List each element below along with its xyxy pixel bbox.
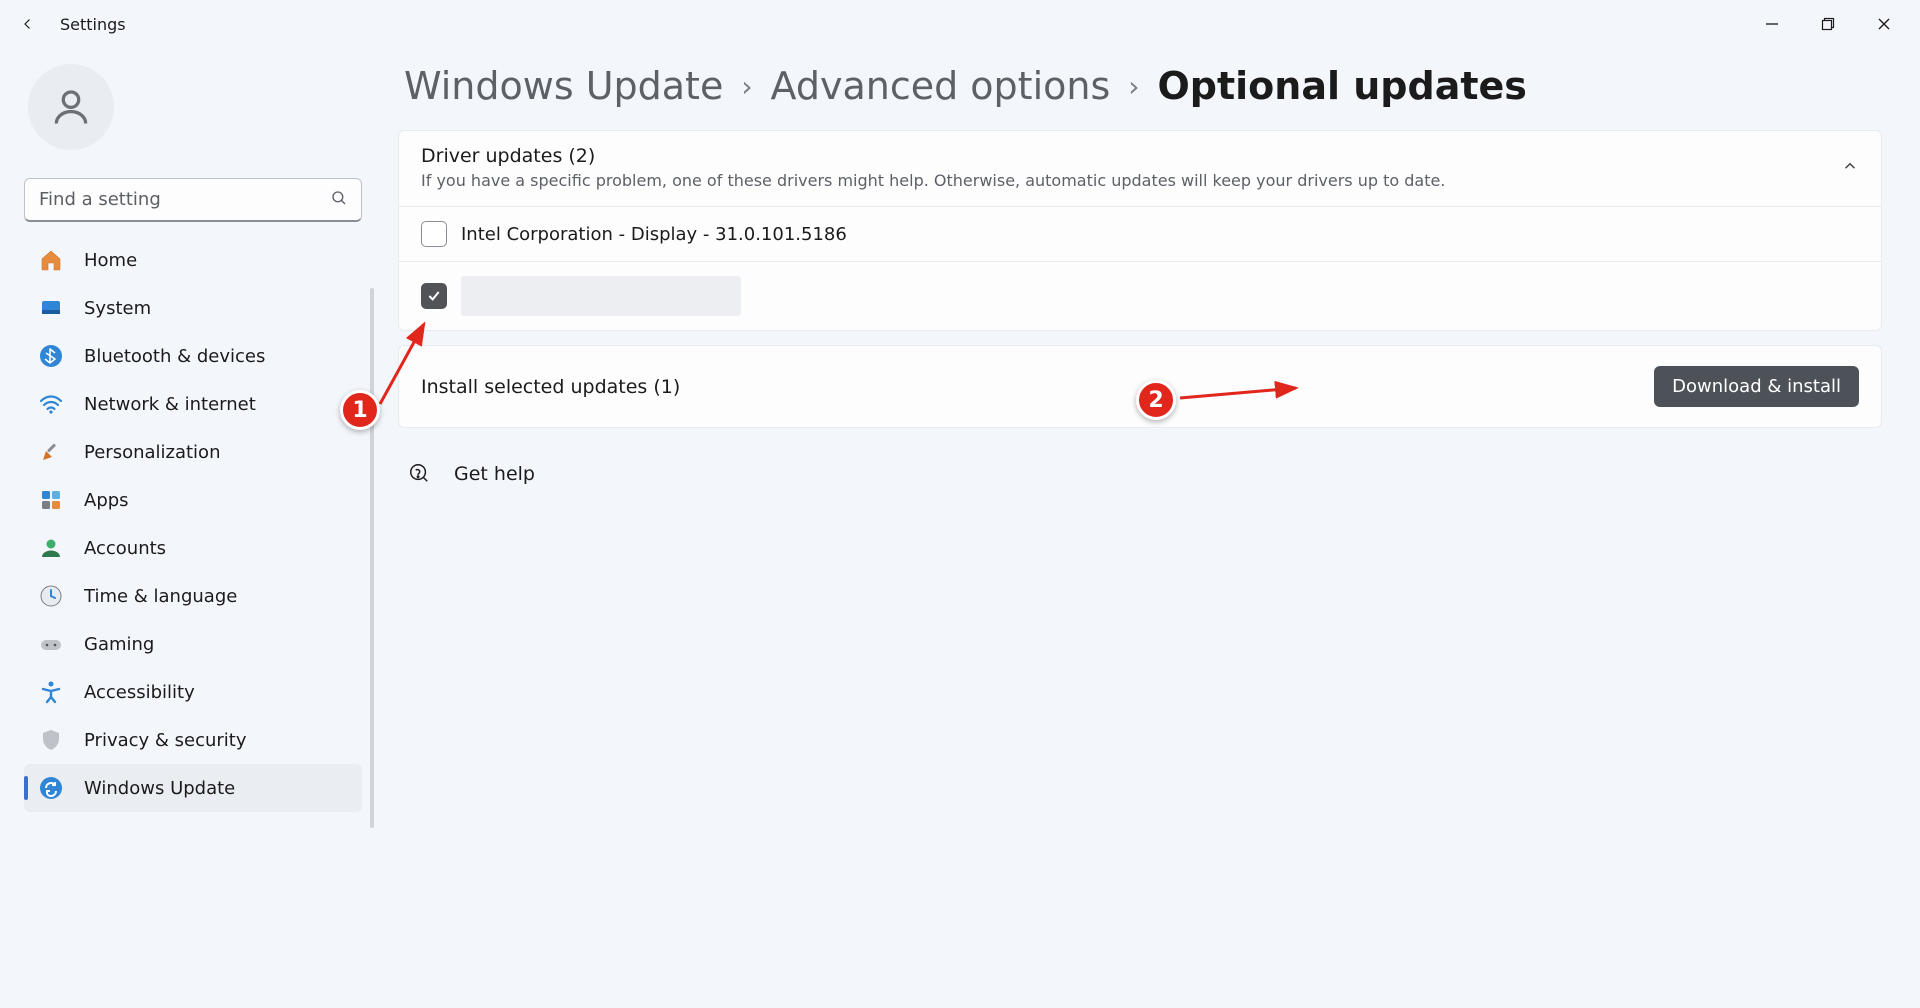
user-avatar[interactable]	[28, 64, 114, 150]
title-bar: Settings	[0, 0, 1920, 48]
gaming-icon	[38, 631, 64, 657]
sidebar-item-label: Bluetooth & devices	[84, 346, 265, 367]
sidebar-item-accounts[interactable]: Accounts	[24, 524, 362, 572]
accessibility-icon	[38, 679, 64, 705]
sidebar-item-network[interactable]: Network & internet	[24, 380, 362, 428]
update-checkbox[interactable]	[421, 221, 447, 247]
sidebar-item-personalization[interactable]: Personalization	[24, 428, 362, 476]
sidebar-item-apps[interactable]: Apps	[24, 476, 362, 524]
sidebar-item-label: Home	[84, 250, 137, 271]
sidebar-item-label: System	[84, 298, 151, 319]
sidebar-item-label: Personalization	[84, 442, 220, 463]
section-title: Driver updates (2)	[421, 145, 1841, 167]
update-row[interactable]	[399, 261, 1881, 330]
sidebar-item-privacy[interactable]: Privacy & security	[24, 716, 362, 764]
back-button[interactable]	[8, 15, 48, 33]
search-icon	[330, 189, 348, 211]
sidebar-item-label: Accessibility	[84, 682, 195, 703]
home-icon	[38, 247, 64, 273]
install-label: Install selected updates (1)	[421, 376, 1654, 398]
sidebar-item-label: Network & internet	[84, 394, 256, 415]
sidebar-item-label: Windows Update	[84, 778, 235, 799]
sidebar-nav: Home System Bluetooth & devices Network …	[24, 236, 380, 812]
update-row[interactable]: Intel Corporation - Display - 31.0.101.5…	[399, 206, 1881, 261]
breadcrumb-level-1[interactable]: Windows Update	[404, 64, 723, 108]
sidebar-item-label: Apps	[84, 490, 129, 511]
close-button[interactable]	[1856, 0, 1912, 48]
breadcrumb: Windows Update › Advanced options › Opti…	[398, 64, 1882, 108]
driver-updates-header[interactable]: Driver updates (2) If you have a specifi…	[399, 131, 1881, 206]
search-input[interactable]	[24, 178, 362, 222]
help-icon	[408, 462, 432, 486]
apps-icon	[38, 487, 64, 513]
sidebar-item-label: Time & language	[84, 586, 237, 607]
breadcrumb-level-2[interactable]: Advanced options	[771, 64, 1111, 108]
driver-updates-card: Driver updates (2) If you have a specifi…	[398, 130, 1882, 331]
update-label: Intel Corporation - Display - 31.0.101.5…	[461, 224, 847, 245]
chevron-right-icon: ›	[741, 70, 752, 103]
sidebar-item-gaming[interactable]: Gaming	[24, 620, 362, 668]
maximize-button[interactable]	[1800, 0, 1856, 48]
sidebar-item-windows-update[interactable]: Windows Update	[24, 764, 362, 812]
sidebar: Home System Bluetooth & devices Network …	[0, 48, 380, 1008]
sidebar-item-home[interactable]: Home	[24, 236, 362, 284]
chevron-right-icon: ›	[1128, 70, 1139, 103]
sidebar-item-label: Gaming	[84, 634, 154, 655]
chevron-up-icon	[1841, 157, 1859, 179]
system-icon	[38, 295, 64, 321]
help-label: Get help	[454, 463, 535, 485]
scrollbar[interactable]	[370, 288, 374, 828]
install-card: Install selected updates (1) Download & …	[398, 345, 1882, 428]
sidebar-item-accessibility[interactable]: Accessibility	[24, 668, 362, 716]
app-title: Settings	[60, 15, 126, 34]
update-label-redacted	[461, 276, 741, 316]
bluetooth-icon	[38, 343, 64, 369]
sidebar-item-system[interactable]: System	[24, 284, 362, 332]
get-help-link[interactable]: Get help	[398, 462, 1882, 486]
network-icon	[38, 391, 64, 417]
breadcrumb-current: Optional updates	[1157, 64, 1526, 108]
sidebar-item-time-language[interactable]: Time & language	[24, 572, 362, 620]
time-language-icon	[38, 583, 64, 609]
update-checkbox[interactable]	[421, 283, 447, 309]
sidebar-item-label: Privacy & security	[84, 730, 247, 751]
windows-update-icon	[38, 775, 64, 801]
sidebar-item-label: Accounts	[84, 538, 166, 559]
accounts-icon	[38, 535, 64, 561]
minimize-button[interactable]	[1744, 0, 1800, 48]
main-content: Windows Update › Advanced options › Opti…	[380, 48, 1920, 1008]
window-controls	[1744, 0, 1912, 48]
privacy-icon	[38, 727, 64, 753]
sidebar-item-bluetooth[interactable]: Bluetooth & devices	[24, 332, 362, 380]
section-description: If you have a specific problem, one of t…	[421, 171, 1841, 190]
personalization-icon	[38, 439, 64, 465]
download-install-button[interactable]: Download & install	[1654, 366, 1859, 407]
